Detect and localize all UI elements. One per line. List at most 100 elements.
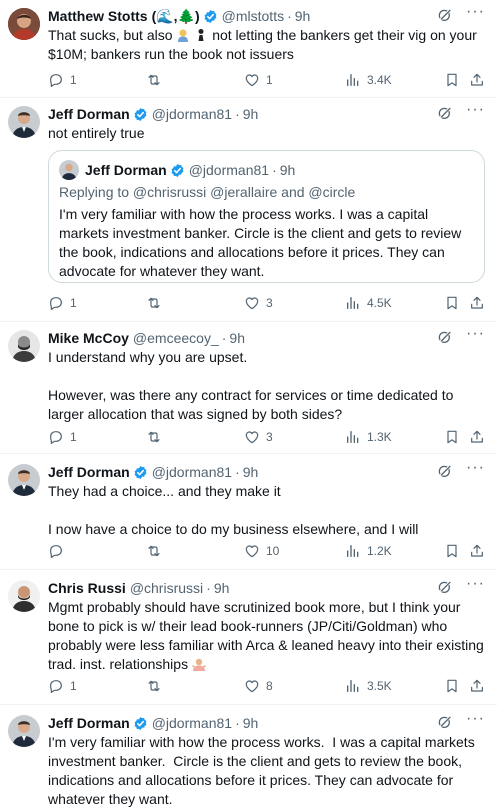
grok-icon[interactable] — [437, 105, 453, 121]
display-name[interactable]: Jeff Dorman — [48, 106, 130, 122]
reply-button[interactable]: 1 — [48, 70, 77, 90]
like-button[interactable]: 10 — [244, 541, 279, 561]
tweet-2[interactable]: Jeff Dorman @jdorman81 · 9h ··· not enti… — [0, 98, 497, 322]
more-options-icon[interactable]: ··· — [466, 575, 485, 593]
share-button[interactable] — [469, 676, 491, 696]
tweet-header: Matthew Stotts (🌊,🌲) @mlstotts · 9h — [48, 6, 497, 26]
views-button[interactable]: 1.2K — [345, 541, 392, 561]
shrug-emoji-icon — [176, 28, 190, 42]
share-button[interactable] — [469, 70, 491, 90]
like-button[interactable]: 1 — [244, 70, 273, 90]
grok-icon[interactable] — [437, 7, 453, 23]
retweet-button[interactable] — [146, 541, 168, 561]
avatar-image-icon — [8, 715, 40, 747]
tweet-header: Jeff Dorman @jdorman81 · 9h — [48, 713, 497, 733]
timestamp[interactable]: 9h — [295, 8, 311, 24]
verified-badge-icon — [133, 465, 148, 480]
share-button[interactable] — [469, 427, 491, 447]
timestamp[interactable]: 9h — [229, 330, 245, 346]
tweet-6[interactable]: Jeff Dorman @jdorman81 · 9h ··· I'm very… — [0, 707, 497, 807]
bookmark-button[interactable] — [444, 541, 466, 561]
avatar[interactable] — [8, 464, 40, 496]
handle[interactable]: @jdorman81 — [152, 715, 232, 731]
tweet-text: I'm very familiar with how the process w… — [48, 734, 479, 807]
display-name-emoji-suffix: (🌊,🌲) — [151, 7, 200, 24]
bookmark-icon — [444, 543, 460, 559]
bookmark-button[interactable] — [444, 293, 466, 313]
avatar[interactable] — [8, 106, 40, 138]
views-button[interactable]: 4.5K — [345, 293, 392, 313]
tweet-text: Mgmt probably should have scrutinized bo… — [48, 598, 487, 674]
display-name[interactable]: Jeff Dorman — [48, 464, 130, 480]
share-icon — [469, 295, 485, 311]
separator-dot: · — [272, 162, 277, 178]
handle[interactable]: @jdorman81 — [152, 106, 232, 122]
tweet-text: They had a choice... and they make it I … — [48, 483, 419, 537]
heart-icon — [244, 678, 260, 694]
timestamp[interactable]: 9h — [243, 464, 259, 480]
timestamp[interactable]: 9h — [243, 106, 259, 122]
like-button[interactable]: 3 — [244, 293, 273, 313]
grok-icon[interactable] — [437, 714, 453, 730]
share-button[interactable] — [469, 541, 491, 561]
bookmark-button[interactable] — [444, 70, 466, 90]
tweet-4[interactable]: Jeff Dorman @jdorman81 · 9h ··· They had… — [0, 456, 497, 570]
reply-button[interactable] — [48, 541, 70, 561]
avatar-image-icon — [8, 580, 40, 612]
retweet-button[interactable] — [146, 427, 168, 447]
retweet-button[interactable] — [146, 676, 168, 696]
more-options-icon[interactable]: ··· — [466, 325, 485, 343]
grok-icon[interactable] — [437, 329, 453, 345]
view-count: 3.4K — [367, 73, 392, 87]
avatar-image-icon — [8, 8, 40, 40]
views-button[interactable]: 1.3K — [345, 427, 392, 447]
quoted-tweet[interactable]: Jeff Dorman @jdorman81 · 9h Replying to … — [48, 150, 485, 283]
more-options-icon[interactable]: ··· — [466, 101, 485, 119]
timestamp[interactable]: 9h — [214, 580, 230, 596]
avatar[interactable] — [8, 330, 40, 362]
avatar[interactable] — [8, 715, 40, 747]
handle[interactable]: @jdorman81 — [152, 464, 232, 480]
display-name[interactable]: Chris Russi — [48, 580, 126, 596]
timestamp[interactable]: 9h — [243, 715, 259, 731]
views-button[interactable]: 3.4K — [345, 70, 392, 90]
more-options-icon[interactable]: ··· — [466, 459, 485, 477]
tweet-1[interactable]: Matthew Stotts (🌊,🌲) @mlstotts · 9h ··· … — [0, 0, 497, 98]
more-options-icon[interactable]: ··· — [466, 3, 485, 21]
retweet-icon — [146, 429, 162, 445]
retweet-button[interactable] — [146, 293, 168, 313]
tweet-text-part: That sucks, but also — [48, 27, 173, 43]
reply-count: 1 — [70, 430, 77, 444]
grok-icon[interactable] — [437, 579, 453, 595]
tweet-3[interactable]: Mike McCoy @emceecoy_ · 9h ··· I underst… — [0, 322, 497, 454]
share-button[interactable] — [469, 293, 491, 313]
avatar[interactable] — [8, 8, 40, 40]
like-count: 3 — [266, 430, 273, 444]
retweet-button[interactable] — [146, 70, 168, 90]
handle[interactable]: @chrisrussi — [130, 580, 203, 596]
avatar[interactable] — [8, 580, 40, 612]
tweet-5[interactable]: Chris Russi @chrisrussi · 9h ··· Mgmt pr… — [0, 572, 497, 705]
views-button[interactable]: 3.5K — [345, 676, 392, 696]
heart-icon — [244, 429, 260, 445]
retweet-icon — [146, 543, 162, 559]
grok-icon[interactable] — [437, 463, 453, 479]
reply-button[interactable]: 1 — [48, 293, 77, 313]
view-count: 1.2K — [367, 544, 392, 558]
more-options-icon[interactable]: ··· — [466, 710, 485, 728]
tweet-header: Mike McCoy @emceecoy_ · 9h — [48, 328, 497, 348]
reply-icon — [48, 429, 64, 445]
reply-button[interactable]: 1 — [48, 427, 77, 447]
display-name[interactable]: Matthew Stotts — [48, 8, 148, 24]
tweet-text: That sucks, but also not letting the ban… — [48, 26, 487, 64]
heart-icon — [244, 543, 260, 559]
bookmark-button[interactable] — [444, 676, 466, 696]
display-name[interactable]: Mike McCoy — [48, 330, 129, 346]
reply-button[interactable]: 1 — [48, 676, 77, 696]
display-name[interactable]: Jeff Dorman — [48, 715, 130, 731]
handle[interactable]: @emceecoy_ — [133, 330, 219, 346]
like-button[interactable]: 3 — [244, 427, 273, 447]
like-button[interactable]: 8 — [244, 676, 273, 696]
handle[interactable]: @mlstotts — [222, 8, 284, 24]
bookmark-button[interactable] — [444, 427, 466, 447]
